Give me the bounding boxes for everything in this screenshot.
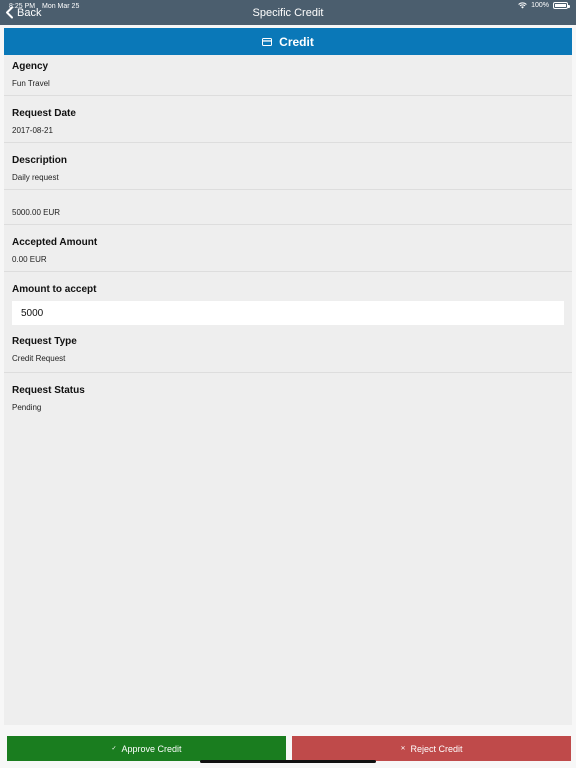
field-request-type: Request Type Credit Request xyxy=(4,326,572,373)
home-indicator[interactable] xyxy=(200,760,376,763)
request-type-value: Credit Request xyxy=(12,354,66,363)
credit-card-icon xyxy=(262,37,273,46)
field-amount: 5000.00 EUR xyxy=(4,190,572,225)
amount-value: 5000.00 EUR xyxy=(12,208,61,217)
credit-panel: Credit Agency Fun Travel Request Date 20… xyxy=(4,28,572,725)
amount-to-accept-label: Amount to accept xyxy=(12,284,97,295)
accepted-amount-value: 0.00 EUR xyxy=(12,255,47,264)
field-accepted-amount: Accepted Amount 0.00 EUR xyxy=(4,225,572,272)
request-type-label: Request Type xyxy=(12,336,77,347)
accepted-amount-label: Accepted Amount xyxy=(12,237,98,248)
amount-to-accept-input[interactable] xyxy=(12,301,564,325)
request-status-label: Request Status xyxy=(12,385,85,396)
request-status-value: Pending xyxy=(12,403,42,412)
field-request-status: Request Status Pending xyxy=(4,373,572,420)
page-title: Specific Credit xyxy=(252,7,324,19)
panel-title: Credit xyxy=(279,34,314,49)
approve-credit-label: Approve Credit xyxy=(121,743,182,754)
navigation-bar: 8:25 PM Mon Mar 25 100% Back Specific Cr… xyxy=(0,0,576,25)
request-date-label: Request Date xyxy=(12,108,76,119)
check-icon: ✓ xyxy=(111,746,117,752)
agency-value: Fun Travel xyxy=(12,79,50,88)
approve-credit-button[interactable]: ✓ Approve Credit xyxy=(7,736,286,761)
description-value: Daily request xyxy=(12,173,59,182)
request-date-value: 2017-08-21 xyxy=(12,126,53,135)
field-request-date: Request Date 2017-08-21 xyxy=(4,96,572,143)
description-label: Description xyxy=(12,155,68,166)
close-icon: ✕ xyxy=(400,746,406,752)
panel-header: Credit xyxy=(4,28,572,55)
field-description: Description Daily request xyxy=(4,143,572,190)
reject-credit-button[interactable]: ✕ Reject Credit xyxy=(292,736,571,761)
agency-label: Agency xyxy=(12,61,49,72)
field-agency: Agency Fun Travel xyxy=(4,55,572,96)
field-amount-to-accept: Amount to accept xyxy=(4,272,572,326)
reject-credit-label: Reject Credit xyxy=(410,743,463,754)
